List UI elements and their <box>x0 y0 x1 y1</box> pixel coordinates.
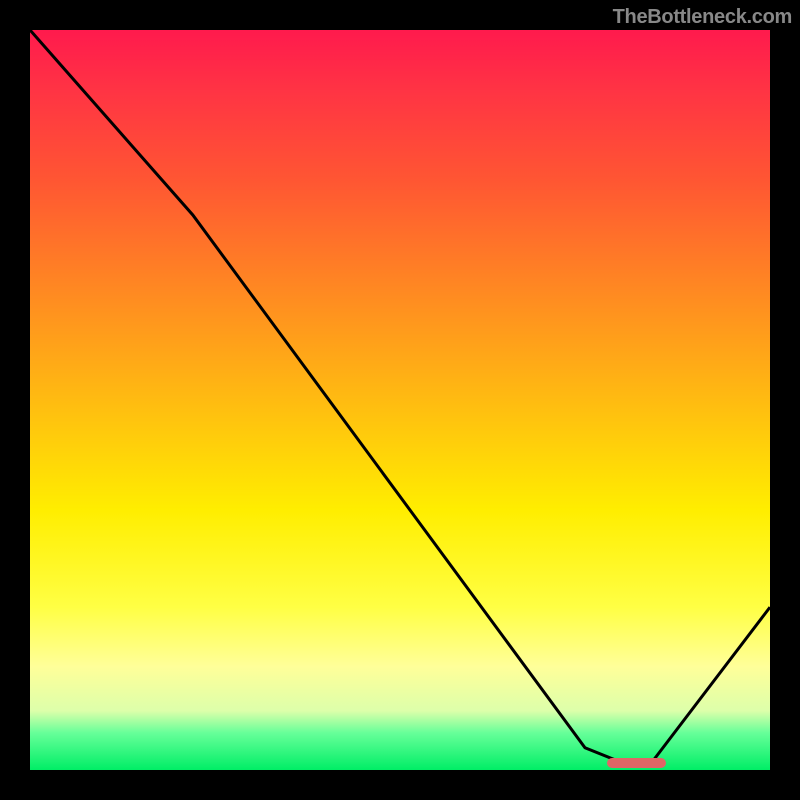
watermark-text: TheBottleneck.com <box>613 6 792 29</box>
chart-plot-area <box>30 30 770 770</box>
flat-range-marker <box>607 758 666 768</box>
chart-curve <box>30 30 770 763</box>
chart-svg <box>30 30 770 770</box>
